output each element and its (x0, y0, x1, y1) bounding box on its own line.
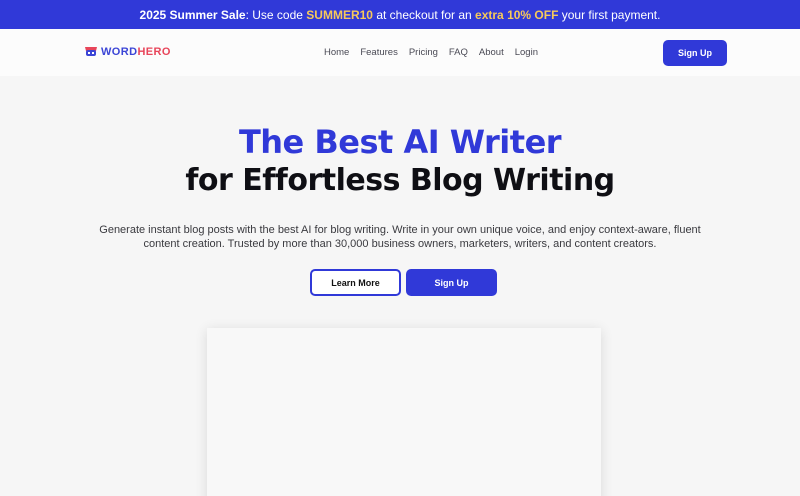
nav-link-home[interactable]: Home (324, 47, 349, 58)
top-navigation: WORDHERO Home Features Pricing FAQ About… (0, 29, 800, 76)
logo-word: WORD (101, 45, 138, 58)
hero-title-line-2: for Effortless Blog Writing (185, 163, 615, 198)
promo-discount: extra 10% OFF (475, 7, 559, 22)
nav-link-pricing[interactable]: Pricing (409, 47, 438, 58)
promo-text-3: your first payment. (558, 7, 661, 22)
nav-link-faq[interactable]: FAQ (449, 47, 468, 58)
nav-link-about[interactable]: About (479, 47, 504, 58)
hero-description: Generate instant blog posts with the bes… (99, 224, 701, 250)
hero-title-line-1: The Best AI Writer (238, 123, 562, 161)
nav-signup-button[interactable]: Sign Up (663, 40, 727, 66)
promo-banner: 2025 Summer Sale: Use code SUMMER10 at c… (0, 0, 800, 29)
promo-text-1: : Use code (245, 7, 307, 22)
wordhero-mascot-icon (85, 47, 97, 56)
logo-wordmark: WORDHERO (101, 46, 171, 58)
nav-link-features[interactable]: Features (360, 47, 398, 58)
nav-links: Home Features Pricing FAQ About Login (324, 47, 538, 58)
product-preview-panel (207, 328, 601, 496)
learn-more-button[interactable]: Learn More (310, 269, 401, 296)
logo-hero: HERO (137, 45, 171, 58)
promo-code: SUMMER10 (306, 7, 373, 22)
promo-sale-label: 2025 Summer Sale (139, 7, 246, 22)
promo-text-2: at checkout for an (372, 7, 476, 22)
wordhero-logo[interactable]: WORDHERO (84, 45, 171, 58)
nav-link-login[interactable]: Login (515, 47, 538, 58)
hero-signup-button[interactable]: Sign Up (406, 269, 497, 296)
